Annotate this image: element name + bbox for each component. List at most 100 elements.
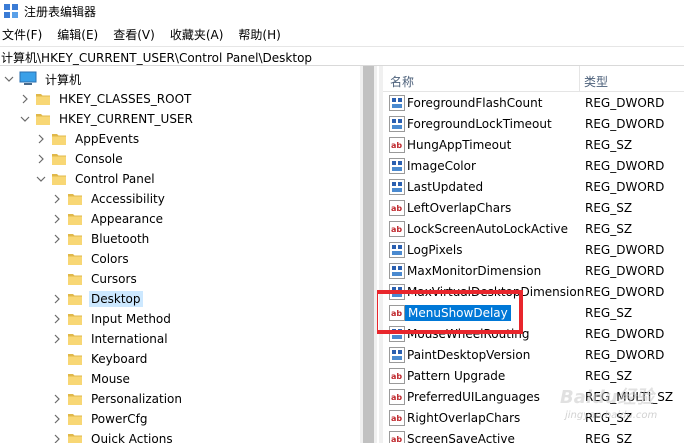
value-row[interactable]: ab HungAppTimeout REG_SZ <box>383 135 684 156</box>
chevron-right-icon[interactable] <box>52 234 62 244</box>
computer-icon <box>19 71 37 87</box>
value-name: ForegroundFlashCount <box>407 96 543 110</box>
value-name: HungAppTimeout <box>407 138 512 152</box>
tree-item-control-panel[interactable]: Control Panel <box>36 169 157 189</box>
tree-item-hkcu[interactable]: HKEY_CURRENT_USER <box>20 109 195 129</box>
chevron-right-icon[interactable] <box>52 194 62 204</box>
value-type: REG_DWORD <box>585 285 665 299</box>
string-value-icon: ab <box>389 389 405 405</box>
chevron-right-icon[interactable] <box>36 154 46 164</box>
menu-favorites[interactable]: 收藏夹(A) <box>168 25 231 44</box>
tree-item-label: PowerCfg <box>91 412 148 426</box>
menu-view[interactable]: 查看(V) <box>111 25 162 44</box>
menu-file[interactable]: 文件(F) <box>0 25 49 44</box>
svg-text:ab: ab <box>391 414 402 423</box>
value-row[interactable]: MaxMonitorDimension REG_DWORD <box>383 261 684 282</box>
value-type: REG_SZ <box>585 201 633 215</box>
svg-text:ab: ab <box>391 204 402 213</box>
svg-text:ab: ab <box>391 435 402 443</box>
folder-icon <box>35 91 51 107</box>
tree-item-label: Accessibility <box>91 192 165 206</box>
value-type: REG_SZ <box>585 138 633 152</box>
column-divider[interactable] <box>579 66 580 92</box>
value-row[interactable]: ImageColor REG_DWORD <box>383 156 684 177</box>
watermark: Baidu经验 <box>560 387 654 408</box>
regedit-app-icon <box>4 4 18 18</box>
value-type: REG_SZ <box>585 369 633 383</box>
dword-value-icon <box>389 242 405 258</box>
chevron-right-icon[interactable] <box>20 94 30 104</box>
menu-help[interactable]: 帮助(H) <box>236 25 287 44</box>
folder-icon <box>67 391 83 407</box>
tree-item-powercfg[interactable]: PowerCfg <box>52 409 150 429</box>
tree-item-cursors[interactable]: Cursors <box>52 269 139 289</box>
chevron-right-icon[interactable] <box>52 394 62 404</box>
tree-item-label: Quick Actions <box>91 432 173 443</box>
tree-item-colors[interactable]: Colors <box>52 249 131 269</box>
chevron-right-icon[interactable] <box>52 434 62 443</box>
tree-item-personalization[interactable]: Personalization <box>52 389 184 409</box>
string-value-icon: ab <box>389 200 405 216</box>
tree-item-label: Cursors <box>91 272 137 286</box>
value-name: RightOverlapChars <box>407 411 521 425</box>
value-name: MaxMonitorDimension <box>407 264 542 278</box>
folder-icon <box>67 311 83 327</box>
value-name: ScreenSaveActive <box>407 432 515 443</box>
folder-icon <box>67 331 83 347</box>
column-header-name[interactable]: 名称 <box>390 73 414 90</box>
chevron-down-icon[interactable] <box>20 114 30 124</box>
value-type: REG_DWORD <box>585 159 665 173</box>
value-row[interactable]: PaintDesktopVersion REG_DWORD <box>383 345 684 366</box>
chevron-right-icon[interactable] <box>52 334 62 344</box>
value-row[interactable]: ab LeftOverlapChars REG_SZ <box>383 198 684 219</box>
value-row[interactable]: ForegroundLockTimeout REG_DWORD <box>383 114 684 135</box>
tree-item-label: Appearance <box>91 212 164 226</box>
column-header-type[interactable]: 类型 <box>584 73 608 90</box>
tree-item-label: AppEvents <box>75 132 140 146</box>
folder-icon <box>35 111 51 127</box>
chevron-right-icon[interactable] <box>52 214 62 224</box>
value-name: LockScreenAutoLockActive <box>407 222 568 236</box>
chevron-down-icon[interactable] <box>36 174 46 184</box>
tree-item-desktop[interactable]: Desktop <box>52 289 143 309</box>
tree-item-label: Personalization <box>91 392 182 406</box>
value-type: REG_DWORD <box>585 180 665 194</box>
tree-item-quick-actions[interactable]: Quick Actions <box>52 429 175 443</box>
address-bar[interactable]: 计算机\HKEY_CURRENT_USER\Control Panel\Desk… <box>0 46 684 66</box>
tree-item-hkcr[interactable]: HKEY_CLASSES_ROOT <box>20 89 193 109</box>
value-row[interactable]: LogPixels REG_DWORD <box>383 240 684 261</box>
tree-item-appearance[interactable]: Appearance <box>52 209 165 229</box>
tree-item-international[interactable]: International <box>52 329 170 349</box>
tree-item-input-method[interactable]: Input Method <box>52 309 173 329</box>
chevron-down-icon[interactable] <box>4 74 14 84</box>
dword-value-icon <box>389 263 405 279</box>
tree-item-mouse[interactable]: Mouse <box>52 369 132 389</box>
tree-scrollbar-thumb[interactable] <box>363 66 374 443</box>
chevron-right-icon[interactable] <box>36 134 46 144</box>
tree-item-label: Console <box>75 152 123 166</box>
chevron-right-icon[interactable] <box>52 414 62 424</box>
tree-item-accessibility[interactable]: Accessibility <box>52 189 167 209</box>
string-value-icon: ab <box>389 137 405 153</box>
tree-item-appevents[interactable]: AppEvents <box>36 129 141 149</box>
value-type: REG_DWORD <box>585 96 665 110</box>
dword-value-icon <box>389 158 405 174</box>
tree-item-console[interactable]: Console <box>36 149 125 169</box>
value-name: ImageColor <box>407 159 476 173</box>
tree-item-computer[interactable]: 计算机 <box>4 69 83 89</box>
tree-item-bluetooth[interactable]: Bluetooth <box>52 229 151 249</box>
chevron-right-icon[interactable] <box>52 314 62 324</box>
value-row[interactable]: LastUpdated REG_DWORD <box>383 177 684 198</box>
chevron-right-icon[interactable] <box>52 294 62 304</box>
folder-icon <box>51 131 67 147</box>
value-name: LeftOverlapChars <box>407 201 512 215</box>
value-row[interactable]: ab LockScreenAutoLockActive REG_SZ <box>383 219 684 240</box>
tree-item-label: Control Panel <box>75 172 155 186</box>
folder-icon <box>67 291 83 307</box>
tree-item-keyboard[interactable]: Keyboard <box>52 349 149 369</box>
value-row[interactable]: ab ScreenSaveActive REG_SZ <box>383 429 684 443</box>
value-row[interactable]: ForegroundFlashCount REG_DWORD <box>383 93 684 114</box>
menu-edit[interactable]: 编辑(E) <box>55 25 105 44</box>
